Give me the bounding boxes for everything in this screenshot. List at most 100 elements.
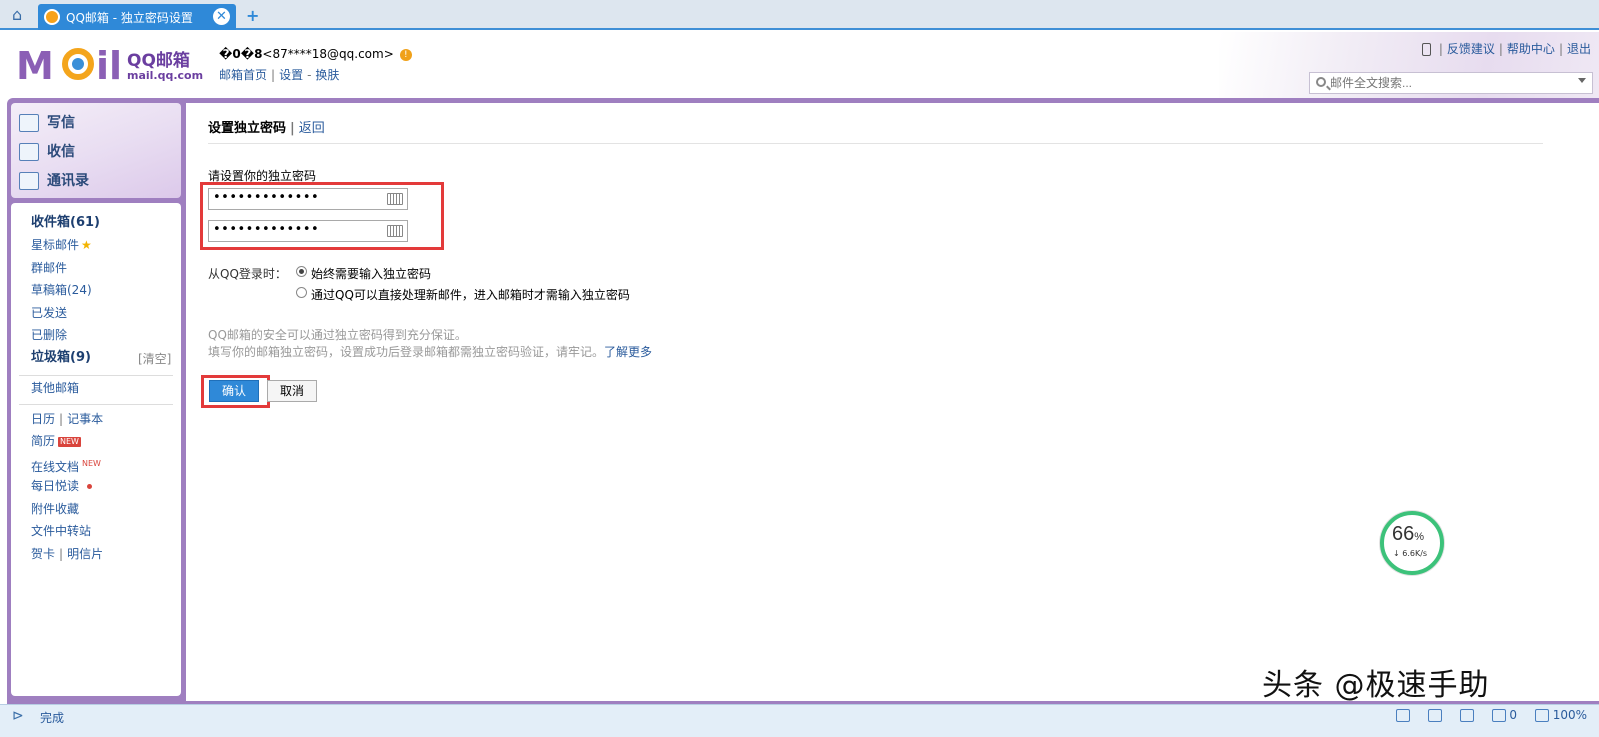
- search-box[interactable]: [1309, 72, 1593, 94]
- search-dropdown-icon[interactable]: [1578, 78, 1586, 83]
- browser-tab-bar: ⌂ QQ邮箱 - 独立密码设置 ✕ +: [0, 0, 1599, 30]
- folder-starred[interactable]: 星标邮件 ★: [31, 236, 92, 254]
- account-info: �0�8<87****18@qq.com>!: [219, 47, 412, 61]
- hint-line-1: QQ邮箱的安全可以通过独立密码得到充分保证。: [208, 328, 467, 342]
- qq-mail-favicon-icon: [44, 9, 60, 25]
- contacts-label: 通讯录: [47, 173, 89, 189]
- cancel-button[interactable]: 取消: [267, 380, 317, 402]
- resume-link[interactable]: 简历 NEW: [31, 432, 81, 450]
- star-icon: ★: [81, 238, 92, 252]
- attachments-link[interactable]: 附件收藏: [31, 500, 79, 518]
- keyboard-icon[interactable]: [387, 225, 403, 237]
- network-icon[interactable]: [1459, 709, 1474, 722]
- header-links: 邮箱首页 | 设置 - 换肤: [219, 68, 340, 82]
- daily-read-link[interactable]: 每日悦读: [31, 477, 93, 495]
- keyboard-icon[interactable]: [387, 193, 403, 205]
- brand-url: mail.qq.com: [127, 69, 204, 82]
- tray-count: 0: [1509, 708, 1518, 722]
- compose-icon: [19, 114, 39, 132]
- divider: [19, 404, 173, 405]
- password-mask: •••••••••••••: [213, 190, 320, 205]
- receive-button[interactable]: 收信: [19, 141, 75, 163]
- confirm-button[interactable]: 确认: [209, 380, 259, 402]
- password-input[interactable]: •••••••••••••: [208, 188, 408, 210]
- account-email: <87****18@qq.com>: [262, 47, 394, 61]
- qq-login-label: 从QQ登录时：: [208, 267, 287, 281]
- logout-link[interactable]: 退出: [1567, 42, 1591, 56]
- status-tray: 0 100%: [1382, 708, 1587, 722]
- mobile-icon[interactable]: [1421, 43, 1431, 56]
- postcards-link[interactable]: 明信片: [67, 547, 103, 561]
- settings-link[interactable]: 设置: [279, 68, 303, 82]
- back-link[interactable]: 返回: [299, 121, 325, 136]
- folder-sent[interactable]: 已发送: [31, 304, 67, 322]
- zoom-icon[interactable]: [1534, 709, 1549, 722]
- folder-other[interactable]: 其他邮箱: [31, 379, 79, 397]
- top-links: | 反馈建议 | 帮助中心 | 退出: [1421, 40, 1591, 57]
- adblock-icon[interactable]: [1491, 709, 1506, 722]
- folder-spam[interactable]: 垃圾箱(9): [31, 349, 91, 367]
- greeting-cards-link[interactable]: 贺卡: [31, 547, 55, 561]
- cards-row: 贺卡 | 明信片: [31, 547, 104, 561]
- folder-starred-label: 星标邮件: [31, 238, 80, 252]
- account-name: �0�8: [219, 47, 263, 61]
- brand-name: QQ邮箱: [127, 51, 190, 71]
- contacts-button[interactable]: 通讯录: [19, 170, 89, 192]
- browser-tab[interactable]: QQ邮箱 - 独立密码设置 ✕: [38, 4, 236, 30]
- speed-percent: 66%: [1392, 523, 1424, 546]
- hint-line-2-text: 填写你的邮箱独立密码，设置成功后登录邮箱都需独立密码验证，请牢记。: [208, 345, 605, 359]
- speed-rate: ↓ 6.6K/s: [1393, 549, 1428, 558]
- status-bar: ⊳ 完成 0 100%: [0, 704, 1599, 737]
- volume-icon[interactable]: [1427, 709, 1442, 722]
- radio-qq-direct[interactable]: [296, 287, 307, 298]
- option-qq-direct-label[interactable]: 通过QQ可以直接处理新邮件，进入邮箱时才需输入独立密码: [311, 286, 630, 303]
- receive-label: 收信: [47, 144, 75, 160]
- search-icon[interactable]: [1316, 77, 1326, 87]
- confirm-password-mask: •••••••••••••: [213, 222, 320, 237]
- file-transfer-link[interactable]: 文件中转站: [31, 522, 91, 540]
- new-badge: NEW: [82, 459, 101, 468]
- contacts-card-icon: [19, 172, 39, 190]
- learn-more-link[interactable]: 了解更多: [604, 345, 652, 359]
- write-button[interactable]: 写信: [19, 112, 75, 134]
- home-icon[interactable]: ⌂: [12, 6, 32, 24]
- mail-header: M il QQ邮箱 mail.qq.com �0�8<87****18@qq.c…: [0, 32, 1599, 98]
- calendar-link[interactable]: 日历: [31, 412, 55, 426]
- warning-icon[interactable]: !: [399, 48, 412, 61]
- folder-inbox[interactable]: 收件箱(61): [31, 214, 100, 232]
- search-input[interactable]: [1330, 75, 1560, 91]
- folder-drafts[interactable]: 草稿箱(24): [31, 281, 92, 299]
- mail-logo[interactable]: M il: [16, 44, 126, 88]
- sidebar-toggle-icon[interactable]: ⊳: [12, 708, 24, 724]
- watermark: 头条 @极速手助: [1262, 668, 1490, 703]
- change-skin-link[interactable]: 换肤: [315, 68, 339, 82]
- radio-always-require[interactable]: [296, 266, 307, 277]
- mail-home-link[interactable]: 邮箱首页: [219, 68, 267, 82]
- write-label: 写信: [47, 115, 75, 131]
- speed-percent-value: 66: [1392, 523, 1415, 545]
- online-docs-label: 在线文档: [31, 460, 80, 474]
- zoom-level[interactable]: 100%: [1553, 708, 1587, 722]
- network-speed-widget[interactable]: 66% ↓ 6.6K/s: [1380, 511, 1444, 575]
- daily-read-label: 每日悦读: [31, 479, 80, 493]
- close-tab-icon[interactable]: ✕: [213, 8, 230, 25]
- title-divider: [208, 143, 1543, 144]
- notes-link[interactable]: 记事本: [67, 412, 103, 426]
- calendar-notes-row: 日历 | 记事本: [31, 412, 104, 426]
- option-always-require-label[interactable]: 始终需要输入独立密码: [311, 265, 431, 282]
- divider: [19, 375, 173, 376]
- page-title: 设置独立密码 | 返回: [208, 121, 325, 136]
- status-text: 完成: [40, 711, 65, 725]
- shield-icon[interactable]: [1396, 709, 1411, 722]
- confirm-password-input[interactable]: •••••••••••••: [208, 220, 408, 242]
- online-docs-link[interactable]: 在线文档 NEW: [31, 455, 101, 474]
- help-link[interactable]: 帮助中心: [1507, 42, 1555, 56]
- folder-deleted[interactable]: 已删除: [31, 326, 67, 344]
- clear-spam-link[interactable]: [清空]: [138, 350, 171, 367]
- inbox-download-icon: [19, 143, 39, 161]
- folder-group[interactable]: 群邮件: [31, 259, 67, 277]
- resume-label: 简历: [31, 434, 56, 448]
- new-tab-button[interactable]: +: [246, 6, 259, 25]
- feedback-link[interactable]: 反馈建议: [1447, 42, 1495, 56]
- unread-dot: [87, 484, 93, 489]
